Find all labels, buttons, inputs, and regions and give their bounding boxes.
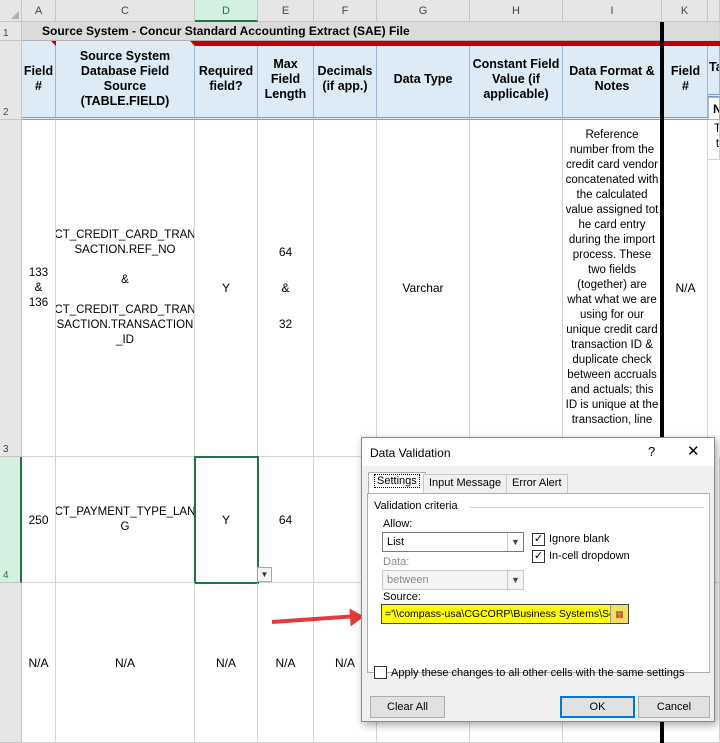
title-row-cell-k[interactable]: [662, 22, 720, 41]
source-label: Source:: [383, 591, 421, 603]
cell-a4[interactable]: 250: [22, 457, 56, 583]
header-data-type[interactable]: Data Type: [377, 41, 470, 120]
column-header-i[interactable]: I: [563, 0, 662, 22]
cell-d3[interactable]: Y: [195, 120, 258, 457]
cell-f3[interactable]: [314, 120, 377, 457]
cell-a3[interactable]: 133 & 136: [22, 120, 56, 457]
cell-c3[interactable]: CT_CREDIT_CARD_TRAN SACTION.REF_NO & CT_…: [56, 120, 195, 457]
header-constant[interactable]: Constant Field Value (if applicable): [470, 41, 563, 120]
row-header-2[interactable]: 2: [0, 41, 22, 120]
cell-a5[interactable]: N/A: [22, 583, 56, 743]
header-required[interactable]: Required field?: [195, 41, 258, 120]
clear-all-button[interactable]: Clear All: [370, 696, 445, 718]
row-number: 3: [3, 444, 9, 455]
cancel-button[interactable]: Cancel: [638, 696, 710, 718]
apply-all-label[interactable]: Apply these changes to all other cells w…: [391, 667, 685, 679]
partial-cell-n[interactable]: N: [708, 97, 720, 120]
partial-cell-t[interactable]: T t: [708, 120, 720, 160]
row-header-1[interactable]: 1: [0, 22, 22, 41]
cell-c5[interactable]: N/A: [56, 583, 195, 743]
row-header-5[interactable]: [0, 583, 22, 743]
column-header-g[interactable]: G: [377, 0, 470, 22]
cell-k3[interactable]: N/A: [664, 120, 708, 457]
comment-indicator: [51, 41, 56, 46]
column-header-f[interactable]: F: [314, 0, 377, 22]
close-icon[interactable]: ✕: [687, 442, 700, 460]
header-format[interactable]: Data Format & Notes: [563, 41, 662, 120]
allow-select[interactable]: List ▼: [382, 532, 524, 552]
column-header-e[interactable]: E: [258, 0, 314, 22]
select-all-corner[interactable]: [0, 0, 22, 22]
validation-criteria-label: Validation criteria: [374, 500, 458, 512]
cell-e3[interactable]: 64 & 32: [258, 120, 314, 457]
header-source-field[interactable]: Source System Database Field Source (TAB…: [56, 41, 195, 120]
allow-label: Allow:: [383, 518, 413, 530]
row-number: 1: [3, 28, 9, 39]
tab-settings-label: Settings: [374, 474, 420, 488]
source-input[interactable]: ='\\compass-usa\CGCORP\Business Systems\…: [381, 604, 629, 624]
dialog-title: Data Validation: [370, 446, 451, 460]
apply-all-checkbox[interactable]: [374, 666, 387, 679]
tab-settings[interactable]: Settings: [368, 472, 426, 494]
cell-i3[interactable]: Reference number from the credit card ve…: [563, 120, 662, 457]
header-partial[interactable]: Ta: [708, 41, 720, 97]
chevron-down-icon[interactable]: ▼: [507, 533, 523, 551]
column-header-d[interactable]: D: [195, 0, 258, 22]
header-field-no-k[interactable]: Field #: [664, 41, 708, 120]
dialog-title-bar[interactable]: Data Validation ? ✕: [362, 438, 714, 466]
row-number: 4: [3, 570, 9, 581]
data-select-value: between: [387, 574, 429, 586]
cell-e5[interactable]: N/A: [258, 583, 314, 743]
header-decimals[interactable]: Decimals (if app.): [314, 41, 377, 120]
tab-error-alert[interactable]: Error Alert: [506, 474, 568, 493]
cell-c4[interactable]: CT_PAYMENT_TYPE_LAN G: [56, 457, 195, 583]
in-cell-dropdown-label[interactable]: In-cell dropdown: [549, 550, 630, 562]
column-header-a[interactable]: A: [22, 0, 56, 22]
ok-button[interactable]: OK: [560, 696, 635, 718]
column-header-c[interactable]: C: [56, 0, 195, 22]
data-label: Data:: [383, 556, 410, 568]
title-row-cell[interactable]: Source System - Concur Standard Accounti…: [22, 22, 662, 41]
ignore-blank-checkbox[interactable]: ✓: [532, 533, 545, 546]
range-picker-icon[interactable]: ▦: [610, 605, 628, 623]
data-select: between ▼: [382, 570, 524, 590]
column-header-partial[interactable]: [708, 0, 720, 22]
cell-g3[interactable]: Varchar: [377, 120, 470, 457]
row-number: 2: [3, 107, 9, 118]
header-field-no[interactable]: Field #: [22, 41, 56, 120]
cell-dropdown-arrow[interactable]: ▼: [257, 567, 272, 582]
chevron-down-icon: ▼: [507, 571, 523, 589]
row-header-4[interactable]: 4: [0, 457, 22, 583]
group-divider: [470, 507, 704, 508]
help-icon[interactable]: ?: [648, 444, 655, 459]
in-cell-dropdown-checkbox[interactable]: ✓: [532, 550, 545, 563]
cell-d5[interactable]: N/A: [195, 583, 258, 743]
column-header-k[interactable]: K: [662, 0, 708, 22]
allow-select-value: List: [387, 536, 405, 548]
ignore-blank-label[interactable]: Ignore blank: [549, 533, 610, 545]
header-max-length[interactable]: Max Field Length: [258, 41, 314, 120]
column-header-h[interactable]: H: [470, 0, 563, 22]
tab-input-message[interactable]: Input Message: [423, 474, 508, 493]
active-cell-border: [194, 456, 259, 584]
cell-e4[interactable]: 64: [258, 457, 314, 583]
data-validation-dialog: Data Validation ? ✕ Settings Input Messa…: [361, 437, 715, 722]
row-header-3[interactable]: 3: [0, 120, 22, 457]
comment-indicator: [703, 41, 720, 46]
cell-h3[interactable]: [470, 120, 563, 457]
